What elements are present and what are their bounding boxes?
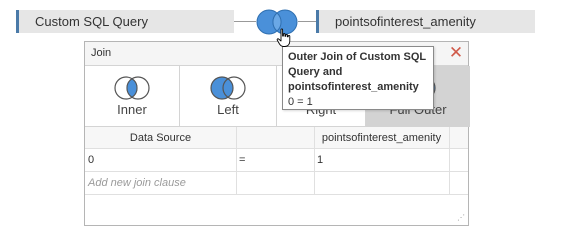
join-type-left[interactable]: Left	[180, 66, 277, 127]
dialog-title: Join	[91, 47, 112, 59]
join-type-inner[interactable]: Inner	[85, 66, 180, 127]
grid-divider	[236, 127, 237, 195]
add-join-clause-row[interactable]: Add new join clause	[85, 172, 468, 195]
grid-header-row: Data Source pointsofinterest_amenity	[85, 127, 468, 149]
inner-join-icon	[114, 76, 150, 100]
column-header-data-source[interactable]: Data Source	[85, 127, 236, 148]
hand-cursor-icon	[276, 28, 291, 47]
join-editor: Custom SQL Query pointsofinterest_amenit…	[0, 0, 582, 241]
column-header-operator	[236, 127, 314, 148]
resize-grip-icon[interactable]: ⋰	[457, 214, 465, 222]
join-type-label: Inner	[117, 102, 147, 117]
join-link-left	[234, 21, 256, 22]
left-join-icon	[210, 76, 246, 100]
column-header-right-source[interactable]: pointsofinterest_amenity	[314, 127, 449, 148]
left-table-pill[interactable]: Custom SQL Query	[16, 10, 234, 33]
grid-divider	[314, 127, 315, 195]
join-type-label: Left	[217, 102, 239, 117]
grid-divider	[449, 127, 450, 195]
clause-left-field[interactable]: 0	[85, 149, 236, 171]
close-icon[interactable]: ✕	[448, 44, 464, 62]
add-join-clause-placeholder[interactable]: Add new join clause	[85, 172, 236, 194]
join-tooltip: Outer Join of Custom SQL Query and point…	[282, 46, 434, 110]
right-table-pill[interactable]: pointsofinterest_amenity	[316, 10, 535, 33]
tooltip-clause: 0 = 1	[288, 96, 313, 108]
join-link-right	[298, 21, 316, 22]
tooltip-title: Outer Join of Custom SQL Query and point…	[288, 51, 426, 93]
join-clause-grid: Data Source pointsofinterest_amenity 0 =…	[85, 127, 468, 195]
clause-operator[interactable]: =	[236, 149, 314, 171]
clause-right-field[interactable]: 1	[314, 149, 449, 171]
join-clause-row[interactable]: 0 = 1	[85, 149, 468, 172]
